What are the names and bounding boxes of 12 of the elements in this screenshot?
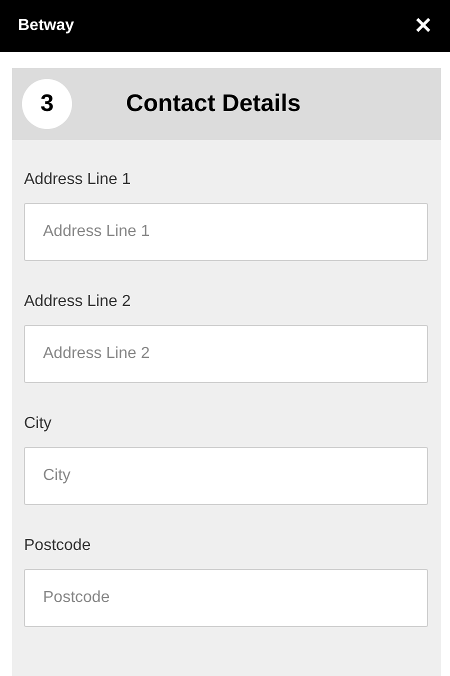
input-field[interactable]: Postcode [24,569,428,627]
input-field[interactable]: City [24,447,428,505]
section-title: Contact Details [126,89,301,119]
app-title: Betway [18,16,74,36]
field-label: Address Line 1 [24,170,132,190]
step-number: 3 [22,79,72,129]
field-label: Postcode [24,536,92,556]
close-button[interactable]: ✕ [414,15,432,37]
input-field[interactable]: Address Line 2 [24,325,428,383]
field-label: Address Line 2 [24,292,132,312]
input-field[interactable]: Address Line 1 [24,203,428,261]
field-label: City [24,414,53,434]
